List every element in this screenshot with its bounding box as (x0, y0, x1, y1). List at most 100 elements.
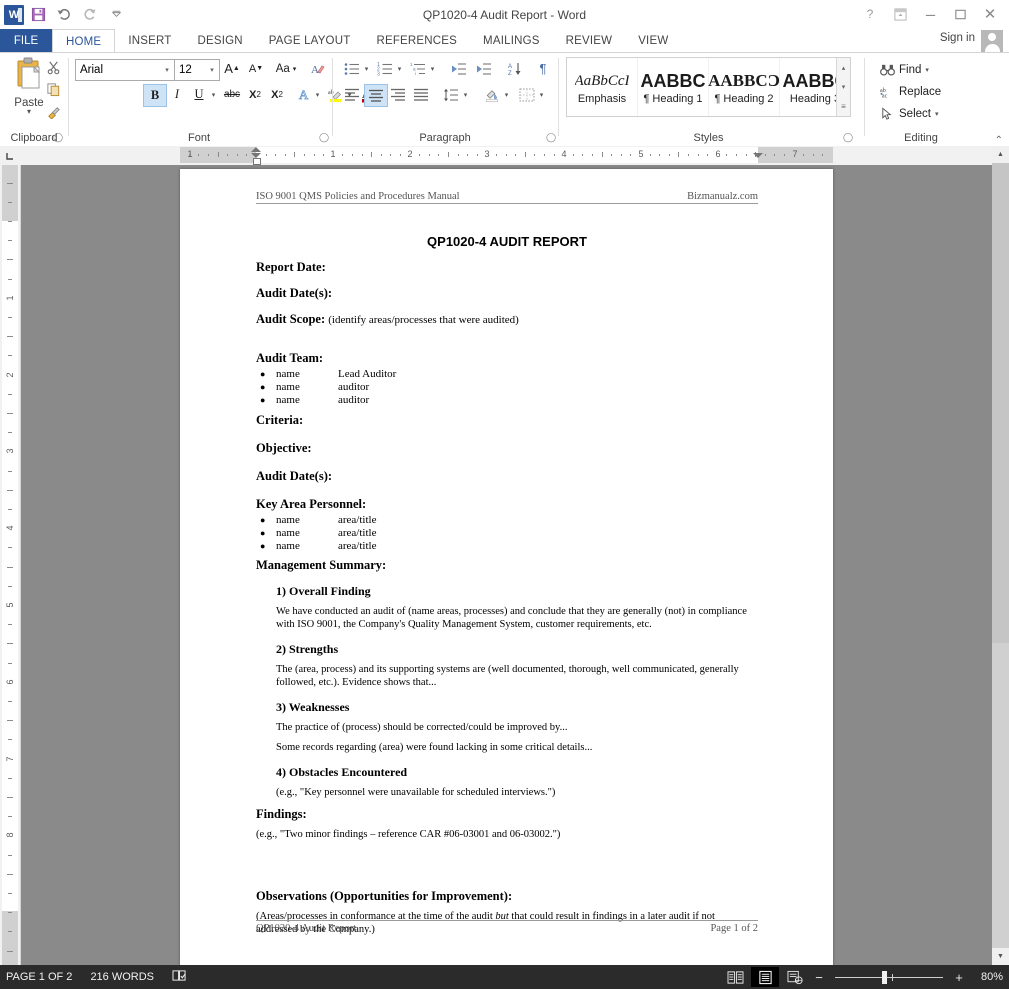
borders-chevron-down-icon[interactable]: ▾ (536, 84, 547, 105)
customize-qat-icon[interactable] (104, 4, 128, 26)
select-button[interactable]: Select ▾ (880, 104, 938, 124)
bold-button[interactable]: B (143, 84, 167, 107)
zoom-slider-thumb[interactable] (882, 971, 887, 984)
tab-references[interactable]: REFERENCES (363, 29, 470, 53)
font-dialog-launcher[interactable]: ◯ (319, 132, 330, 143)
tab-home[interactable]: HOME (52, 29, 116, 53)
styles-gallery[interactable]: AaBbCcI Emphasis AABBC ¶ Heading 1 AABBC… (566, 57, 851, 117)
decrease-indent-icon[interactable] (448, 58, 470, 79)
undo-icon[interactable] (52, 4, 76, 26)
ribbon-display-options-button[interactable] (885, 2, 915, 26)
italic-button[interactable]: I (166, 84, 188, 105)
bullets-icon[interactable] (341, 58, 363, 79)
multilevel-chevron-down-icon[interactable]: ▾ (427, 58, 438, 79)
cut-icon[interactable] (42, 57, 64, 78)
copy-icon[interactable] (42, 79, 64, 100)
text-effects-chevron-down-icon[interactable]: ▾ (312, 84, 323, 105)
left-indent-marker[interactable] (253, 158, 261, 165)
web-layout-icon[interactable] (781, 967, 809, 987)
tab-file[interactable]: FILE (0, 29, 52, 53)
font-size-chevron-down-icon[interactable]: ▾ (205, 66, 219, 74)
minimize-button[interactable] (915, 2, 945, 26)
select-chevron-down-icon[interactable]: ▾ (935, 110, 939, 118)
borders-icon[interactable] (516, 84, 538, 105)
first-line-indent-marker[interactable] (251, 147, 261, 152)
horizontal-ruler[interactable]: 1 1 2 3 4 5 6 7 (0, 146, 1009, 166)
tab-design[interactable]: DESIGN (184, 29, 255, 53)
find-chevron-down-icon[interactable]: ▾ (925, 66, 929, 74)
scroll-down-icon[interactable]: ▼ (992, 948, 1009, 965)
strikethrough-button[interactable]: abc (221, 84, 243, 105)
change-case-icon[interactable]: Aa ▾ (271, 58, 301, 79)
vertical-scrollbar[interactable]: ▲ ▼ (992, 146, 1009, 965)
replace-button[interactable]: ab ac Replace (880, 82, 941, 102)
status-word-count[interactable]: 216 WORDS (90, 971, 154, 983)
close-button[interactable]: ✕ (975, 2, 1005, 26)
grow-font-icon[interactable]: A ▲ (221, 58, 243, 79)
styles-scrollbar[interactable]: ▴ ▾ ≡ (836, 58, 850, 116)
zoom-level-label[interactable]: 80% (969, 971, 1003, 983)
style-item-heading-1[interactable]: AABBC ¶ Heading 1 (638, 58, 709, 116)
numbering-chevron-down-icon[interactable]: ▾ (394, 58, 405, 79)
tab-insert[interactable]: INSERT (115, 29, 184, 53)
print-layout-icon[interactable] (751, 967, 779, 987)
collapse-ribbon-button[interactable]: ⌃ (995, 135, 1003, 146)
scroll-up-icon[interactable]: ▲ (992, 146, 1009, 163)
tab-review[interactable]: REVIEW (553, 29, 626, 53)
style-item-heading-2[interactable]: AABBCƆ ¶ Heading 2 (708, 58, 780, 116)
line-spacing-icon[interactable] (440, 84, 462, 105)
align-left-icon[interactable] (341, 84, 363, 105)
justify-icon[interactable] (410, 84, 432, 105)
tab-stop-selector[interactable] (0, 146, 20, 165)
align-center-icon[interactable] (364, 84, 388, 107)
styles-dialog-launcher[interactable]: ◯ (843, 132, 854, 143)
numbering-icon[interactable]: 123 (374, 58, 396, 79)
maximize-button[interactable] (945, 2, 975, 26)
font-family-input[interactable]: Arial ▾ (75, 59, 175, 81)
shading-chevron-down-icon[interactable]: ▾ (501, 84, 512, 105)
superscript-button[interactable]: X2 (266, 84, 288, 105)
format-painter-icon[interactable] (42, 101, 64, 122)
tab-mailings[interactable]: MAILINGS (470, 29, 553, 53)
page-content[interactable]: ISO 9001 QMS Policies and Procedures Man… (256, 191, 758, 936)
zoom-slider[interactable] (835, 967, 943, 987)
document-header[interactable]: ISO 9001 QMS Policies and Procedures Man… (256, 191, 758, 204)
zoom-in-button[interactable]: + (951, 970, 967, 985)
tab-view[interactable]: VIEW (625, 29, 681, 53)
line-spacing-chevron-down-icon[interactable]: ▾ (460, 84, 471, 105)
subscript-button[interactable]: X2 (244, 84, 266, 105)
shrink-font-icon[interactable]: A ▼ (245, 58, 267, 79)
right-indent-marker[interactable] (753, 153, 763, 158)
zoom-out-button[interactable]: − (811, 970, 827, 985)
status-page-indicator[interactable]: PAGE 1 OF 2 (6, 971, 72, 983)
document-canvas[interactable]: ISO 9001 QMS Policies and Procedures Man… (21, 165, 992, 965)
avatar[interactable] (981, 30, 1003, 52)
styles-scroll-down-icon[interactable]: ▾ (837, 77, 850, 96)
show-formatting-marks-icon[interactable]: ¶ (532, 58, 554, 79)
sign-in-link[interactable]: Sign in (940, 32, 975, 44)
help-button[interactable]: ? (855, 2, 885, 26)
underline-button[interactable]: U (188, 84, 210, 105)
vertical-ruler[interactable]: 1 2 3 4 5 6 7 8 (0, 165, 21, 965)
increase-indent-icon[interactable] (473, 58, 495, 79)
align-right-icon[interactable] (387, 84, 409, 105)
style-item-emphasis[interactable]: AaBbCcI Emphasis (567, 58, 638, 116)
clipboard-dialog-launcher[interactable]: ◯ (53, 132, 64, 143)
document-page[interactable]: ISO 9001 QMS Policies and Procedures Man… (180, 169, 833, 965)
document-footer[interactable]: QP1020-4 Audit Report Page 1 of 2 (256, 920, 758, 934)
styles-more-icon[interactable]: ≡ (837, 97, 850, 116)
multilevel-list-icon[interactable]: 1ai (407, 58, 429, 79)
tab-page-layout[interactable]: PAGE LAYOUT (256, 29, 364, 53)
ruler-track[interactable]: 1 1 2 3 4 5 6 7 (180, 147, 833, 165)
shading-icon[interactable] (481, 84, 503, 105)
clear-formatting-icon[interactable]: A (307, 58, 329, 79)
font-family-chevron-down-icon[interactable]: ▾ (160, 66, 174, 74)
paragraph-dialog-launcher[interactable]: ◯ (546, 132, 557, 143)
sort-icon[interactable]: AZ (504, 58, 526, 79)
proofing-errors-icon[interactable] (172, 969, 187, 985)
bullets-chevron-down-icon[interactable]: ▾ (361, 58, 372, 79)
find-button[interactable]: Find ▾ (880, 60, 929, 80)
redo-icon[interactable] (78, 4, 102, 26)
underline-chevron-down-icon[interactable]: ▾ (208, 84, 219, 105)
read-mode-icon[interactable] (721, 967, 749, 987)
